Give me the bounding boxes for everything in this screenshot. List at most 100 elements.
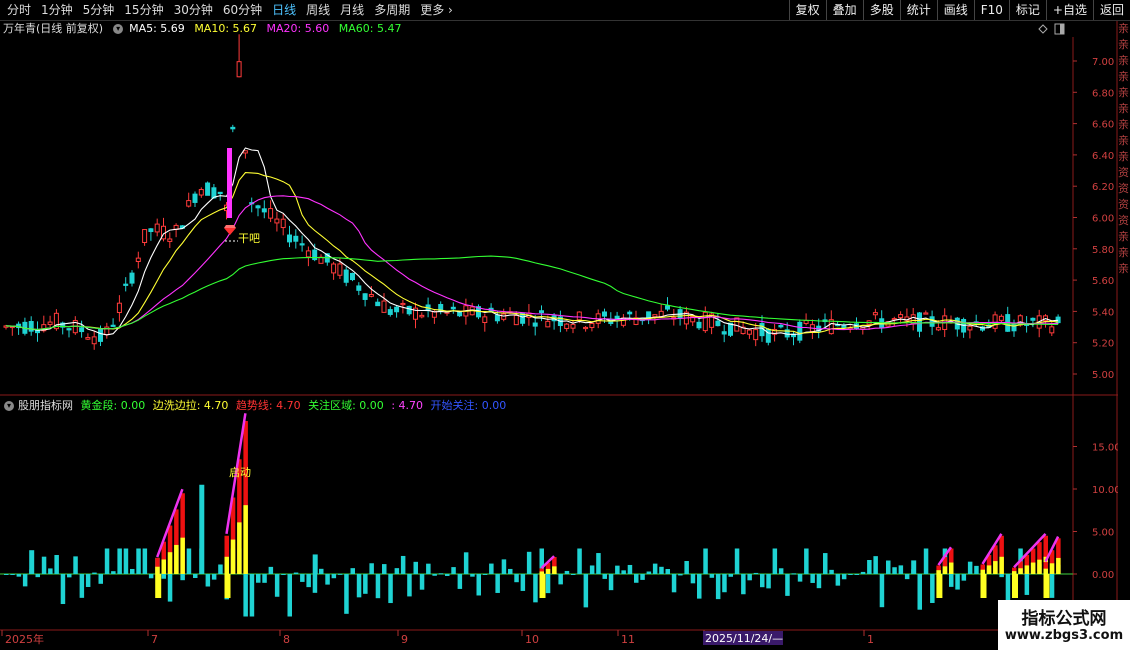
price-tick-label: 6.40 <box>1092 151 1114 162</box>
rally-bar <box>993 545 998 574</box>
indicator-bar <box>829 569 834 574</box>
candlestick <box>734 317 740 332</box>
candlestick <box>148 227 154 241</box>
candlestick <box>198 187 204 198</box>
indicator-bar <box>268 566 274 574</box>
candlestick <box>961 317 967 338</box>
indicator-bar <box>10 574 15 575</box>
indicator-bar <box>130 568 135 574</box>
rally-bar <box>999 535 1004 574</box>
indicator-bar <box>400 555 406 574</box>
candlestick <box>236 34 242 78</box>
indicator-bar <box>193 574 198 579</box>
candlestick <box>665 297 670 312</box>
rally-bar <box>224 535 229 574</box>
indicator-bar <box>671 574 677 593</box>
candlestick <box>822 313 828 328</box>
indicator-bar <box>489 563 494 574</box>
ma20-line <box>5 195 1059 331</box>
indicator-bar <box>558 574 563 585</box>
indicator-bar <box>823 553 828 574</box>
candlestick <box>129 270 135 287</box>
indicator-bar <box>205 574 211 587</box>
candlestick <box>230 124 236 133</box>
below-zero-marker <box>936 574 943 598</box>
candlestick <box>583 326 589 332</box>
price-tick-label: 6.80 <box>1092 88 1114 99</box>
panel-toggle-icons[interactable] <box>1038 23 1065 35</box>
indicator-bar <box>325 574 330 585</box>
candlestick <box>1005 306 1011 332</box>
candlesticks <box>3 34 1061 350</box>
price-tick-label: 5.40 <box>1092 307 1114 318</box>
candlestick <box>917 312 922 338</box>
candlestick <box>469 302 475 316</box>
indicator-tick-label: 10.00 <box>1092 485 1121 496</box>
indicator-bar <box>602 574 607 579</box>
indicator-tick-label: 15.00 <box>1092 443 1121 454</box>
candlestick <box>910 307 916 331</box>
candlestick <box>47 315 53 328</box>
below-zero-marker <box>980 574 987 598</box>
indicator-bar <box>22 574 28 587</box>
ma10-line <box>5 172 1059 335</box>
indicator-bar <box>804 548 809 574</box>
indicator-bar <box>772 548 778 574</box>
candlestick <box>343 266 349 287</box>
indicator-bar <box>627 564 633 574</box>
indicator-bar <box>180 574 185 581</box>
indicator-bar <box>369 563 374 574</box>
indicator-bar <box>501 559 507 574</box>
indicator-bar <box>999 574 1004 578</box>
date-label: 11 <box>621 633 635 646</box>
candlestick <box>305 246 311 267</box>
candlestick <box>186 192 192 208</box>
indicator-bar <box>274 574 280 597</box>
indicator-bar <box>218 564 223 574</box>
indicator-bar <box>734 548 740 574</box>
candlestick <box>980 325 985 332</box>
candlestick <box>173 223 179 238</box>
date-label: 8 <box>283 633 290 646</box>
indicator-bar <box>167 574 173 602</box>
indicator-bar <box>873 556 878 574</box>
price-tick-label: 5.20 <box>1092 339 1114 350</box>
indicator-bar <box>709 574 715 578</box>
rally-bar <box>539 568 544 574</box>
candlestick <box>854 317 859 330</box>
indicator-bar <box>659 566 664 574</box>
candlestick <box>482 313 488 332</box>
indicator-bar <box>564 570 570 574</box>
indicator-bar <box>867 560 872 574</box>
indicator-bar <box>747 574 752 581</box>
candlestick <box>501 308 507 322</box>
price-tick-label: 5.80 <box>1092 245 1114 256</box>
candlestick <box>268 200 274 223</box>
indicator-bar <box>85 574 91 587</box>
rally-bar <box>243 421 248 574</box>
candlestick <box>879 310 885 333</box>
candlestick <box>765 328 771 346</box>
indicator-bar <box>571 574 576 575</box>
candlestick <box>375 298 381 307</box>
indicator-bar <box>904 574 910 580</box>
candlestick <box>356 282 362 296</box>
indicator-bar <box>892 567 897 574</box>
candlestick <box>274 211 280 232</box>
candlestick <box>104 322 110 339</box>
candlestick <box>1011 319 1017 337</box>
cyan-tall-bar <box>29 550 35 574</box>
indicator-bar <box>394 568 400 574</box>
indicator-bar <box>596 553 601 574</box>
candlestick <box>1030 317 1036 328</box>
candlestick <box>394 305 400 318</box>
rally-bar <box>167 525 173 574</box>
kline-chart[interactable]: 7.00 6.80 6.60 6.40 6.20 6.00 5.80 5.60 5.40 5.20… <box>0 0 1130 650</box>
candlestick <box>696 317 702 331</box>
candlestick <box>551 313 557 330</box>
candlestick <box>16 321 22 335</box>
indicator-bar <box>111 571 116 574</box>
indicator-bar <box>646 571 652 574</box>
indicator-bar <box>949 574 954 587</box>
candlestick <box>898 311 904 324</box>
